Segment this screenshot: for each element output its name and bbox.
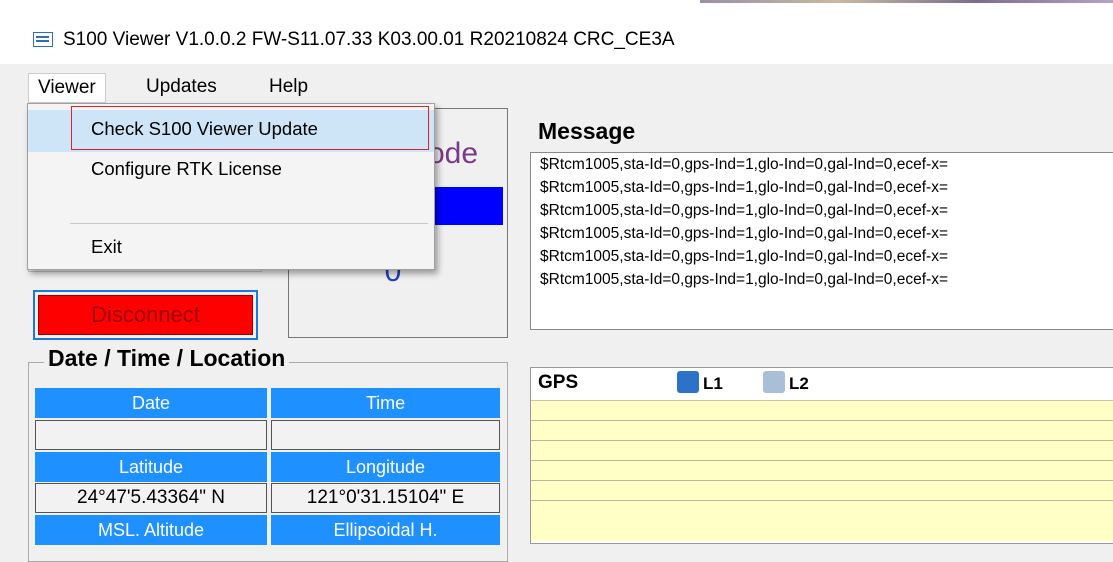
gps-gridline: [531, 500, 1113, 501]
date-header: Date: [35, 388, 267, 418]
l2-legend-label: L2: [789, 374, 809, 393]
l1-legend-label: L1: [703, 374, 723, 393]
menu-viewer[interactable]: Viewer: [28, 73, 106, 103]
menu-item-configure-rtk-license[interactable]: Configure RTK License: [91, 158, 282, 180]
gps-gridline: [531, 480, 1113, 481]
l1-legend-swatch: [677, 371, 699, 393]
mode-label: ode: [428, 137, 479, 170]
menu-help[interactable]: Help: [260, 73, 317, 101]
latitude-value: 24°47'5.43364" N: [35, 483, 267, 513]
message-line: $Rtcm1005,sta-Id=0,gps-Ind=1,glo-Ind=0,g…: [540, 225, 948, 242]
window-title: S100 Viewer V1.0.0.2 FW-S11.07.33 K03.00…: [63, 29, 675, 50]
message-line: $Rtcm1005,sta-Id=0,gps-Ind=1,glo-Ind=0,g…: [540, 271, 948, 288]
message-title: Message: [538, 118, 636, 144]
l2-legend-swatch: [763, 371, 785, 393]
message-list[interactable]: $Rtcm1005,sta-Id=0,gps-Ind=1,glo-Ind=0,g…: [530, 152, 1113, 330]
menu-separator: [70, 223, 428, 224]
ellipsoidal-height-header: Ellipsoidal H.: [271, 515, 500, 545]
msl-altitude-header: MSL. Altitude: [35, 515, 267, 545]
message-line: $Rtcm1005,sta-Id=0,gps-Ind=1,glo-Ind=0,g…: [540, 202, 948, 219]
message-line: $Rtcm1005,sta-Id=0,gps-Ind=1,glo-Ind=0,g…: [540, 156, 948, 173]
gps-signal-chart: [531, 400, 1113, 541]
message-line: $Rtcm1005,sta-Id=0,gps-Ind=1,glo-Ind=0,g…: [540, 248, 948, 265]
date-value: [35, 420, 267, 450]
app-window-icon: [33, 32, 53, 47]
gps-title: GPS: [538, 372, 579, 393]
longitude-header: Longitude: [271, 452, 500, 482]
disconnect-label: Disconnect: [38, 295, 253, 335]
latitude-header: Latitude: [35, 452, 267, 482]
time-header: Time: [271, 388, 500, 418]
desktop-strip: [700, 0, 1113, 3]
date-time-location-title: Date / Time / Location: [44, 345, 290, 372]
gps-gridline: [531, 460, 1113, 461]
longitude-value: 121°0'31.15104" E: [271, 483, 500, 513]
menu-item-check-update[interactable]: Check S100 Viewer Update: [91, 118, 318, 140]
gps-gridline: [531, 440, 1113, 441]
message-line: $Rtcm1005,sta-Id=0,gps-Ind=1,glo-Ind=0,g…: [540, 179, 948, 196]
menu-item-exit[interactable]: Exit: [91, 236, 122, 258]
time-value: [271, 420, 500, 450]
gps-gridline: [531, 420, 1113, 421]
menu-updates[interactable]: Updates: [137, 73, 226, 101]
disconnect-button[interactable]: Disconnect: [33, 290, 258, 340]
